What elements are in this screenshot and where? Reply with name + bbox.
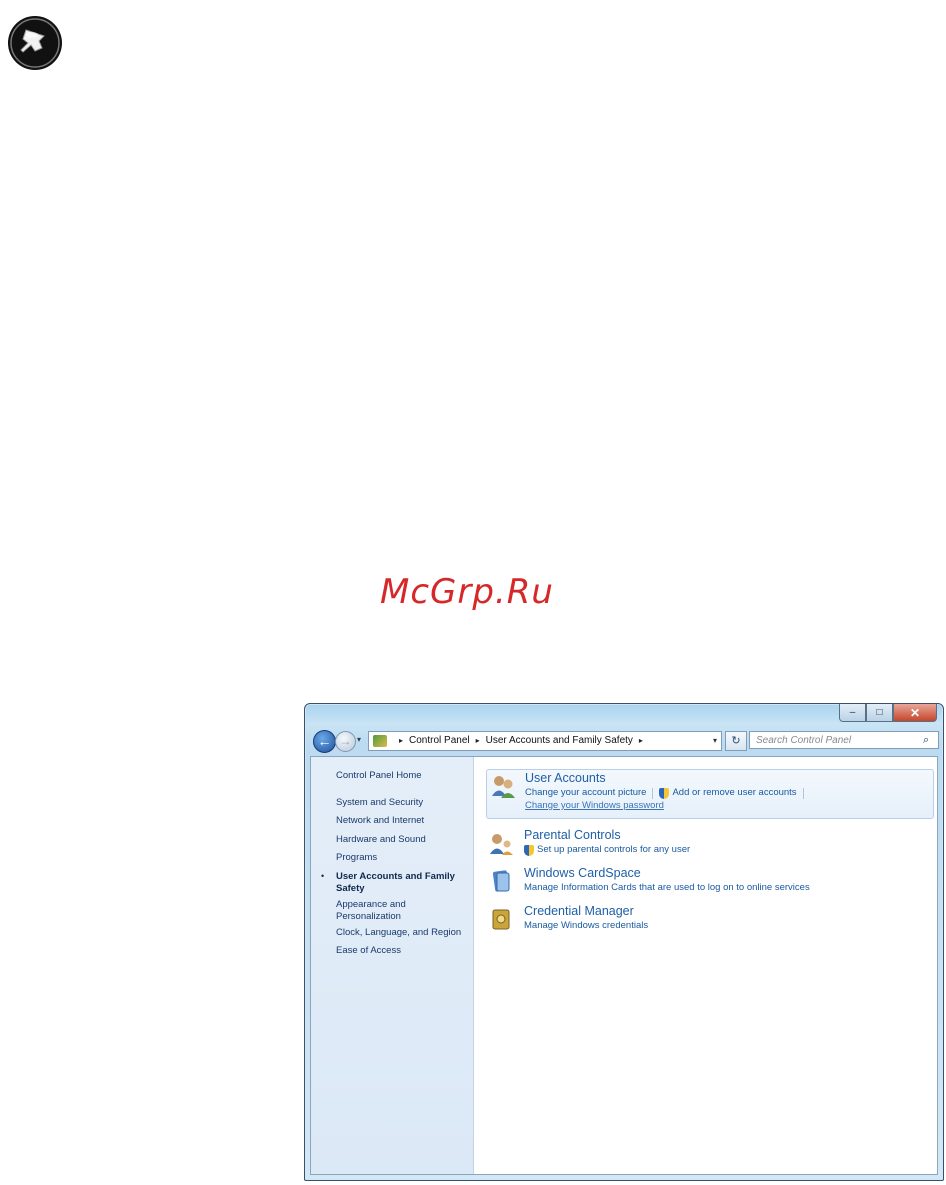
credential-manager-links: Manage Windows credentials	[524, 920, 648, 932]
caption-buttons: – □ ✕	[839, 704, 937, 722]
manage-information-cards-link[interactable]: Manage Information Cards that are used t…	[524, 882, 810, 894]
breadcrumb-control-panel[interactable]: Control Panel	[409, 732, 470, 750]
search-placeholder: Search Control Panel	[756, 735, 852, 746]
control-panel-window: – □ ✕ ← → ▾ ▸ Control Panel ▸ User Accou…	[304, 703, 944, 1181]
control-panel-icon	[373, 735, 387, 747]
pushpin-icon	[8, 16, 62, 70]
sidebar-item-control-panel-home[interactable]: Control Panel Home	[336, 770, 471, 782]
vault-icon	[492, 909, 510, 930]
maximize-button[interactable]: □	[866, 704, 893, 722]
user-accounts-links-row2: Change your Windows password	[525, 800, 664, 812]
category-windows-cardspace: Windows CardSpace Manage Information Car…	[486, 865, 932, 895]
close-button[interactable]: ✕	[893, 704, 937, 722]
cardspace-links: Manage Information Cards that are used t…	[524, 882, 810, 894]
sidebar: Control Panel Home System and Security N…	[311, 757, 474, 1174]
category-user-accounts: User Accounts Change your account pictur…	[486, 769, 934, 819]
breadcrumb-separator-icon[interactable]: ▸	[399, 732, 403, 750]
sidebar-item-hardware-sound[interactable]: Hardware and Sound	[336, 834, 471, 846]
refresh-button[interactable]: ↻	[725, 731, 747, 751]
sidebar-item-clock-language[interactable]: Clock, Language, and Region	[336, 927, 471, 939]
back-button[interactable]: ←	[313, 730, 336, 753]
parental-controls-title[interactable]: Parental Controls	[524, 827, 621, 843]
recent-pages-dropdown[interactable]: ▾	[357, 735, 361, 744]
link-divider	[652, 787, 654, 799]
sidebar-item-appearance[interactable]: Appearance and Personalization	[336, 899, 471, 923]
sidebar-item-programs[interactable]: Programs	[336, 852, 471, 864]
forward-button[interactable]: →	[335, 731, 356, 752]
manage-windows-credentials-link[interactable]: Manage Windows credentials	[524, 920, 648, 932]
watermark-text: McGrp.Ru	[380, 572, 554, 612]
search-input[interactable]: Search Control Panel ⌕	[749, 731, 939, 749]
sidebar-item-ease-of-access[interactable]: Ease of Access	[336, 945, 471, 957]
cardspace-icon	[492, 870, 510, 892]
setup-parental-controls-link[interactable]: Set up parental controls for any user	[537, 844, 690, 856]
parental-controls-icon	[490, 834, 513, 855]
change-account-picture-link[interactable]: Change your account picture	[525, 787, 646, 799]
uac-shield-icon	[524, 844, 534, 856]
address-dropdown-icon[interactable]: ▾	[713, 732, 717, 750]
breadcrumb-user-accounts[interactable]: User Accounts and Family Safety	[486, 732, 633, 750]
minimize-button[interactable]: –	[839, 704, 866, 722]
active-item-bullet: •	[321, 871, 325, 881]
link-divider	[802, 787, 804, 799]
main-panel: User Accounts Change your account pictur…	[474, 757, 937, 1174]
add-remove-accounts-link[interactable]: Add or remove user accounts	[672, 787, 796, 799]
sidebar-item-network-internet[interactable]: Network and Internet	[336, 815, 471, 827]
user-accounts-links: Change your account picture Add or remov…	[525, 787, 810, 799]
cardspace-title[interactable]: Windows CardSpace	[524, 865, 641, 881]
parental-controls-links: Set up parental controls for any user	[524, 844, 690, 856]
users-icon	[492, 776, 515, 798]
breadcrumb-separator-icon[interactable]: ▸	[639, 732, 643, 750]
sidebar-item-user-accounts[interactable]: User Accounts and Family Safety	[336, 871, 471, 895]
search-icon[interactable]: ⌕	[923, 734, 935, 746]
content-area: Control Panel Home System and Security N…	[310, 756, 938, 1175]
category-parental-controls: Parental Controls Set up parental contro…	[486, 827, 932, 857]
navigation-bar: ← → ▾ ▸ Control Panel ▸ User Accounts an…	[311, 730, 939, 753]
breadcrumb-separator-icon[interactable]: ▸	[476, 732, 480, 750]
sidebar-item-system-security[interactable]: System and Security	[336, 797, 471, 809]
category-credential-manager: Credential Manager Manage Windows creden…	[486, 903, 932, 933]
address-bar[interactable]: ▸ Control Panel ▸ User Accounts and Fami…	[368, 731, 722, 751]
user-accounts-title[interactable]: User Accounts	[525, 770, 606, 786]
uac-shield-icon	[659, 787, 670, 799]
credential-manager-title[interactable]: Credential Manager	[524, 903, 634, 919]
change-password-link[interactable]: Change your Windows password	[525, 800, 664, 812]
